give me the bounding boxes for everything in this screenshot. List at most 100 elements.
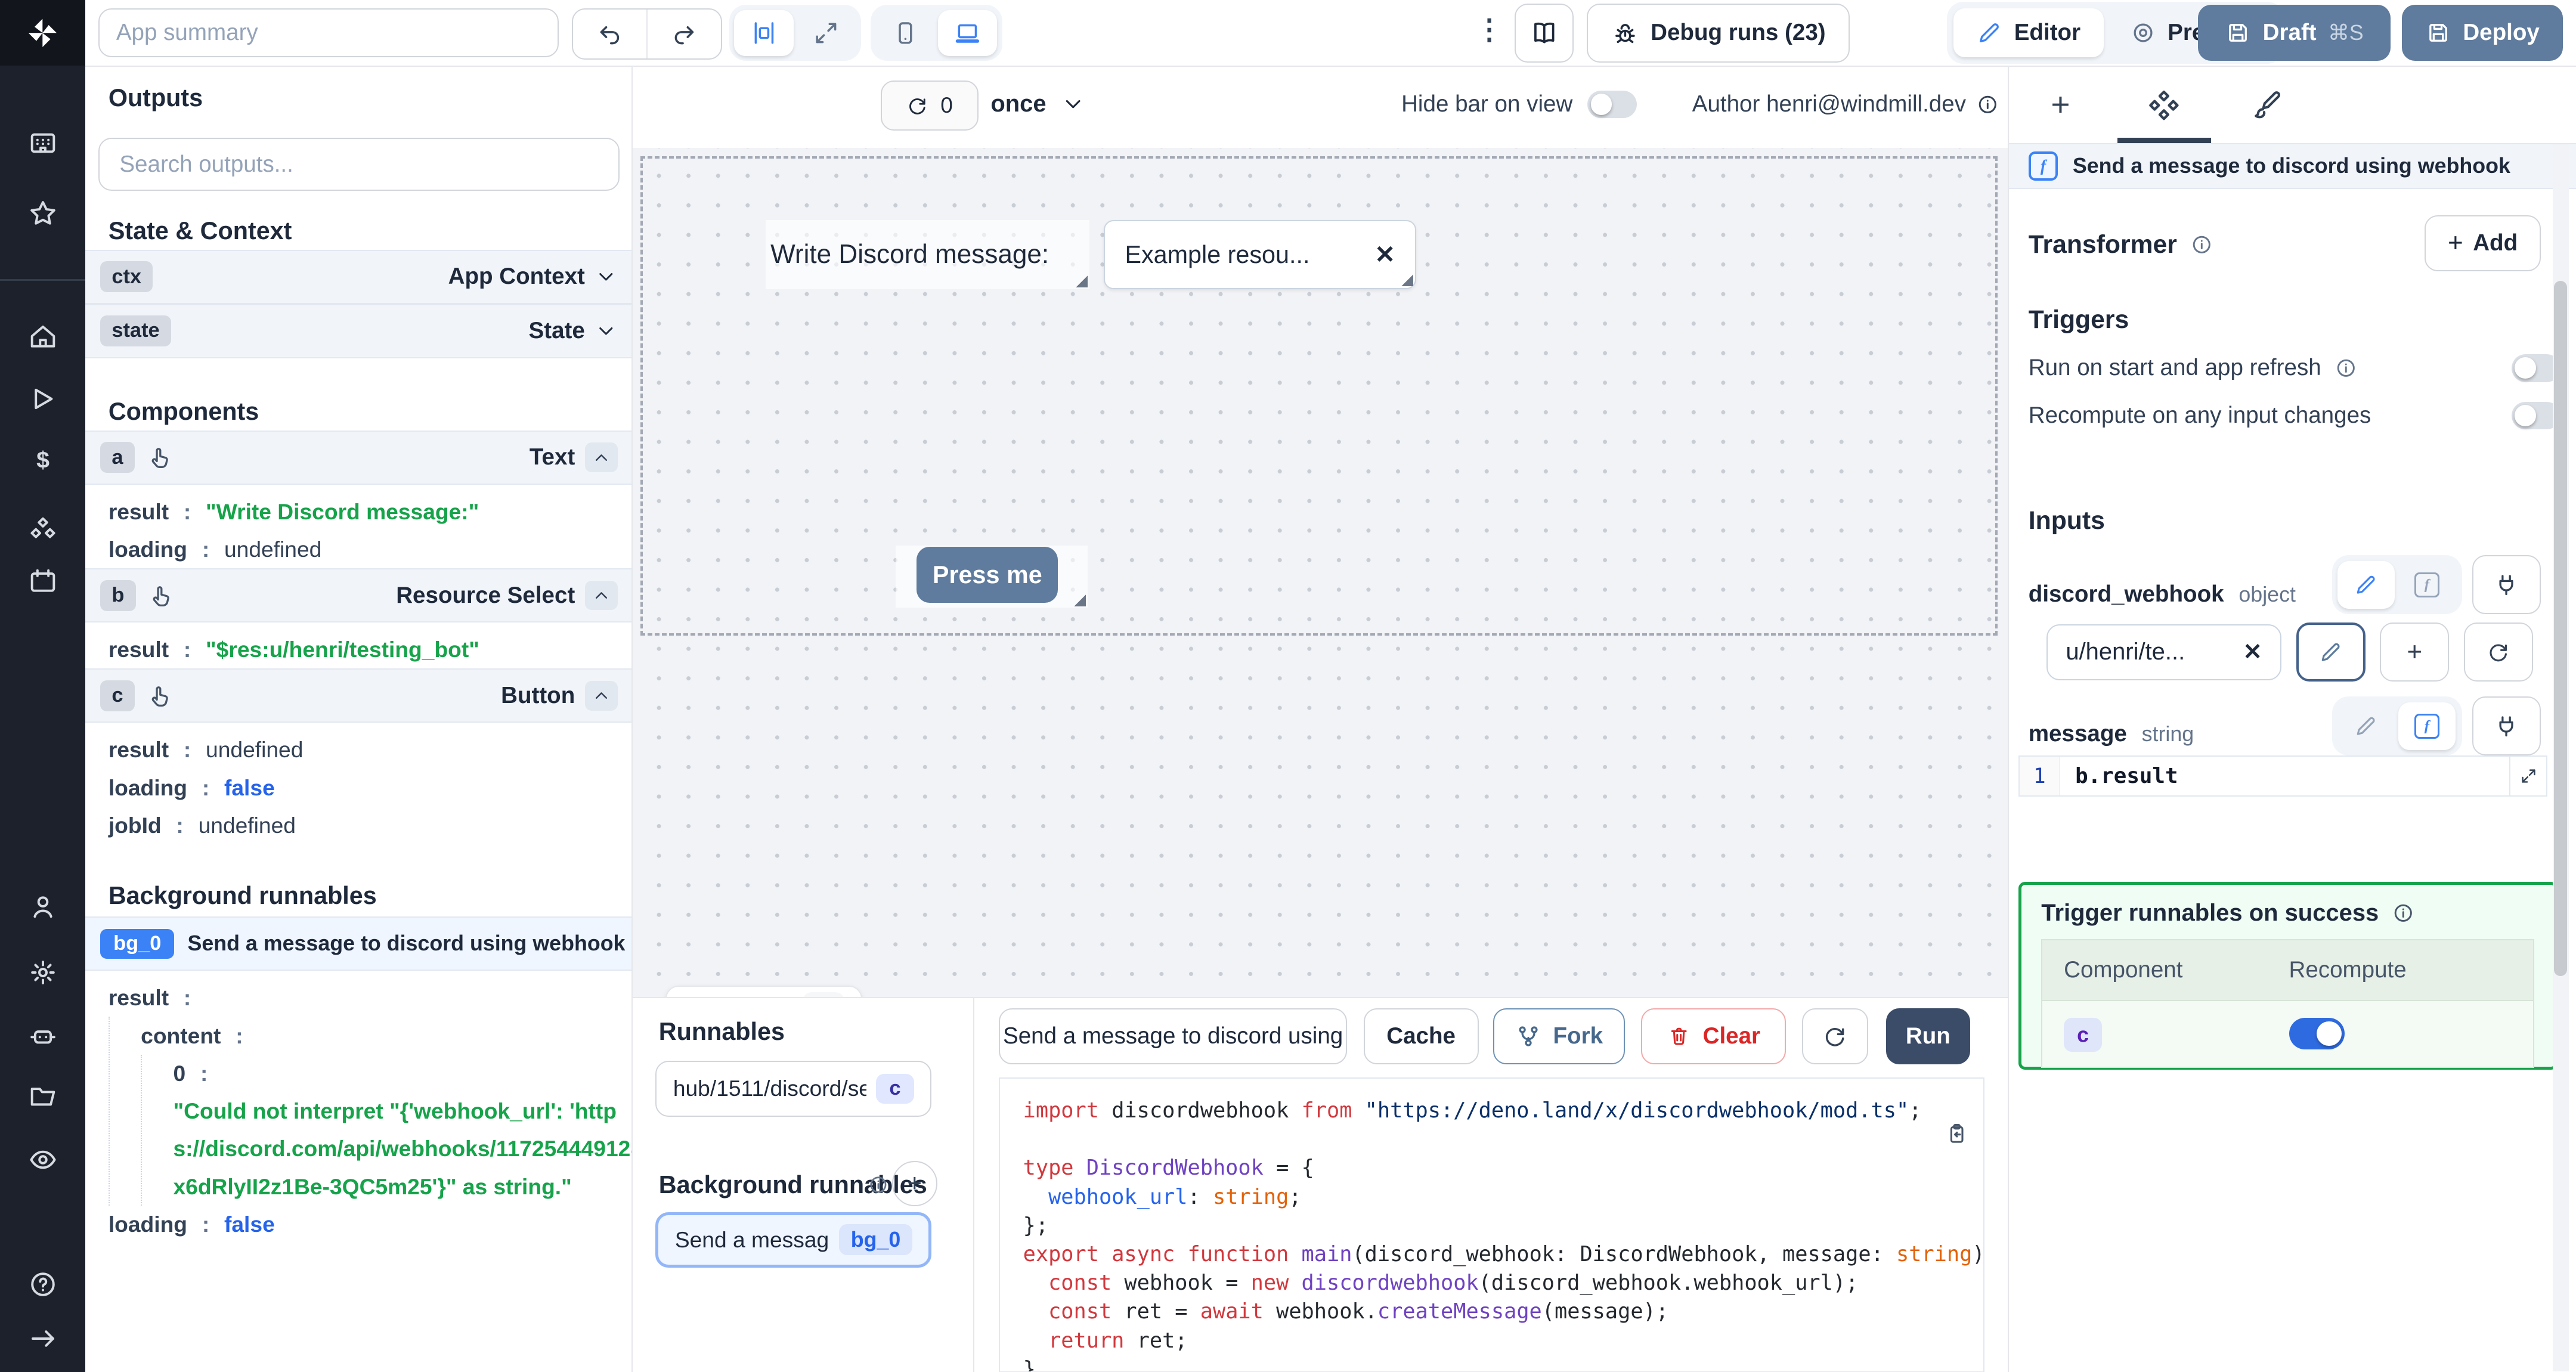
script-title-input[interactable]: Send a message to discord using (999, 1008, 1348, 1064)
favorites-star-icon[interactable] (27, 198, 58, 229)
settings-gear-icon[interactable] (27, 957, 58, 988)
undo-button[interactable] (573, 9, 648, 59)
bg-runnable-badge: bg_0 (839, 1224, 912, 1256)
alignment-group (729, 5, 861, 61)
users-icon[interactable] (27, 891, 58, 922)
info-icon[interactable] (2392, 902, 2415, 925)
ctx-row[interactable]: ctx App Context (85, 249, 631, 304)
component-row-c[interactable]: c Button (85, 668, 631, 723)
resize-handle[interactable] (1073, 593, 1086, 606)
apps-icon[interactable] (27, 128, 58, 159)
hand-pointer-icon[interactable] (146, 683, 172, 709)
static-pencil-mode[interactable] (2337, 560, 2395, 609)
tab-editor[interactable]: Editor (1953, 8, 2104, 58)
cache-button[interactable]: Cache (1363, 1008, 1479, 1064)
runs-play-icon[interactable] (27, 383, 58, 414)
search-outputs-input[interactable]: Search outputs... (98, 138, 620, 191)
kebab-menu[interactable]: ⋮ (1475, 13, 1503, 46)
create-resource-button[interactable]: + (2380, 622, 2450, 682)
home-icon[interactable] (27, 321, 58, 352)
chevron-down-icon[interactable] (595, 320, 618, 343)
variables-dollar-icon[interactable]: $ (27, 444, 58, 482)
info-icon[interactable] (2190, 233, 2213, 256)
add-background-runnable-button[interactable]: + (892, 1161, 937, 1206)
hand-pointer-icon[interactable] (147, 583, 174, 609)
press-me-button[interactable]: Press me (917, 547, 1058, 603)
resource-select-value: Example resou... (1125, 240, 1310, 268)
fork-button[interactable]: Fork (1493, 1008, 1625, 1064)
workers-robot-icon[interactable] (27, 1021, 58, 1052)
collapse-arrow-icon[interactable] (27, 1323, 58, 1354)
recompute-label: Recompute on any input changes (2028, 402, 2371, 429)
clear-button[interactable]: Clear (1641, 1008, 1786, 1064)
draft-button[interactable]: Draft ⌘S (2198, 5, 2391, 61)
copy-code-icon[interactable] (1944, 1121, 1968, 1145)
triggers-heading: Triggers (2028, 305, 2129, 335)
debug-runs-button[interactable]: Debug runs (23) (1587, 3, 1850, 63)
connect-plug-button[interactable] (2472, 555, 2541, 615)
tab-insert-component[interactable]: + (2009, 66, 2113, 143)
eval-f-mode[interactable]: f (2398, 702, 2456, 750)
code-editor[interactable]: import discordwebhook from "https://deno… (999, 1077, 1985, 1372)
canvas-text-component[interactable]: Write Discord message: (765, 220, 1089, 289)
runnable-item[interactable]: hub/1511/discord/se... c (655, 1061, 932, 1117)
add-transformer-button[interactable]: + Add (2424, 215, 2541, 271)
schedules-calendar-icon[interactable] (27, 566, 58, 597)
windmill-logo[interactable] (0, 0, 86, 66)
collapse-button[interactable] (584, 580, 618, 611)
fullscreen-button[interactable] (797, 10, 856, 56)
resource-select-input[interactable]: u/henri/te... ✕ (2046, 624, 2282, 680)
app-canvas[interactable]: Write Discord message: Example resou... … (632, 147, 2008, 1040)
docs-button[interactable] (1515, 3, 1574, 63)
chevron-down-icon[interactable] (595, 265, 618, 289)
connect-plug-button[interactable] (2472, 696, 2541, 756)
eval-f-mode[interactable]: f (2398, 561, 2456, 609)
runnable-item-selected[interactable]: Send a message... bg_0 (655, 1212, 932, 1268)
hide-bar-toggle[interactable] (1587, 90, 1637, 119)
svg-text:$: $ (36, 447, 49, 473)
audit-eye-icon[interactable] (27, 1144, 58, 1175)
line-number: 1 (2020, 757, 2061, 796)
edit-resource-button[interactable] (2296, 622, 2366, 682)
refresh-counter[interactable]: 0 (880, 80, 979, 131)
scrollbar-track[interactable] (2552, 144, 2569, 1372)
collapse-button[interactable] (584, 442, 618, 473)
refresh-resource-button[interactable] (2463, 622, 2533, 682)
run-button[interactable]: Run (1885, 1008, 1970, 1064)
recompute-c-toggle[interactable] (2289, 1018, 2345, 1049)
ctx-label: App Context (448, 264, 585, 290)
clear-x-icon[interactable]: ✕ (2243, 639, 2262, 665)
folders-icon[interactable] (27, 1080, 58, 1111)
hand-pointer-icon[interactable] (146, 444, 172, 470)
reload-button[interactable] (1802, 1008, 1868, 1064)
static-pencil-mode[interactable] (2337, 702, 2395, 750)
app-summary-input[interactable]: App summary (98, 8, 559, 58)
resize-handle[interactable] (1074, 274, 1088, 288)
canvas-resource-select[interactable]: Example resou... ✕ (1104, 220, 1416, 289)
mobile-view-button[interactable] (875, 10, 934, 56)
bg0-row[interactable]: bg_0 Send a message to discord using web… (85, 916, 631, 971)
tab-styling[interactable] (2216, 66, 2320, 143)
component-row-a[interactable]: a Text (85, 430, 631, 485)
resources-cubes-icon[interactable] (27, 513, 58, 544)
expand-editor-icon[interactable] (2509, 757, 2547, 796)
center-align-button[interactable] (734, 10, 794, 56)
interval-dropdown[interactable]: once (990, 80, 1085, 128)
clear-x-icon[interactable]: ✕ (1374, 240, 1395, 269)
canvas-button-cell[interactable]: Press me (895, 545, 1088, 608)
tab-component-settings[interactable] (2112, 66, 2216, 143)
state-row[interactable]: state State (85, 303, 631, 358)
scrollbar-thumb[interactable] (2554, 281, 2568, 976)
desktop-view-button[interactable] (938, 10, 998, 56)
deploy-button[interactable]: Deploy (2401, 5, 2563, 61)
component-row-b[interactable]: b Resource Select (85, 568, 631, 623)
redo-button[interactable] (648, 10, 721, 59)
resize-handle[interactable] (1400, 273, 1414, 287)
message-expr-editor[interactable]: 1 b.result (2018, 755, 2548, 797)
info-icon[interactable] (2334, 357, 2358, 380)
message-mode-toggle: f (2332, 696, 2463, 756)
help-icon[interactable] (27, 1269, 58, 1300)
info-icon[interactable] (1976, 93, 1999, 116)
collapse-button[interactable] (584, 680, 618, 711)
info-icon[interactable] (868, 1174, 889, 1196)
